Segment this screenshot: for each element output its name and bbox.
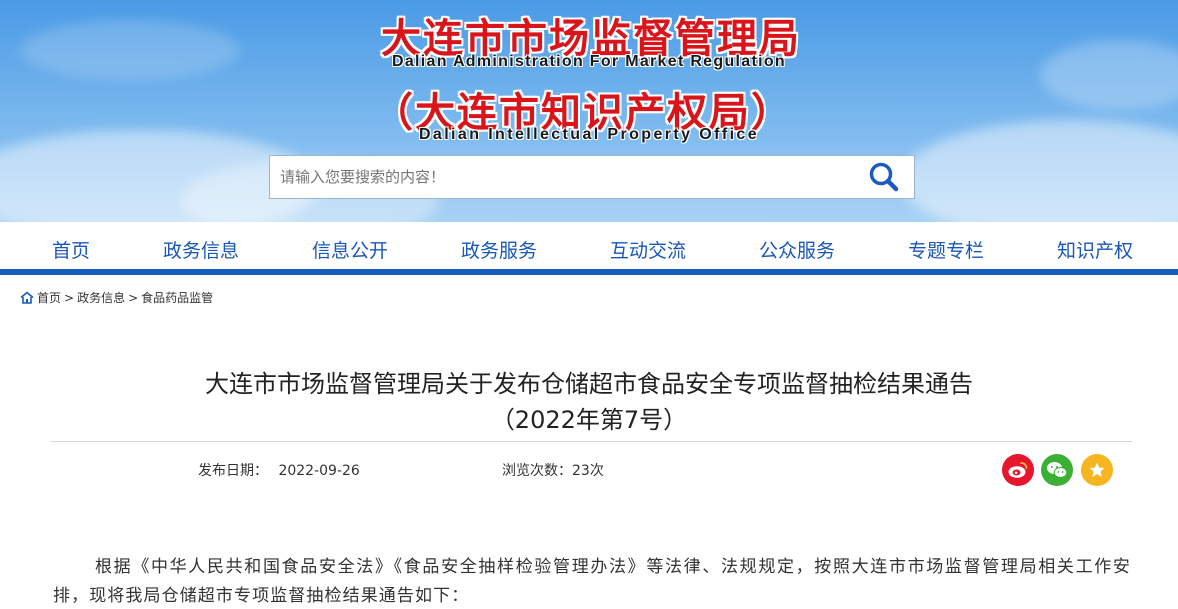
search-bar bbox=[269, 155, 915, 199]
wechat-icon bbox=[1047, 462, 1068, 478]
main-nav: 首页 政务信息 信息公开 政务服务 互动交流 公众服务 专题专栏 知识产权 bbox=[0, 222, 1178, 272]
share-weibo-button[interactable] bbox=[1002, 454, 1034, 486]
article-body: 根据《中华人民共和国食品安全法》《食品安全抽样检验管理办法》等法律、法规规定，按… bbox=[53, 557, 1131, 606]
breadcrumb-food-drug[interactable]: 食品药品监管 bbox=[141, 289, 213, 306]
site-title-english: Dalian Administration For Market Regulat… bbox=[391, 53, 786, 70]
breadcrumb-separator: > bbox=[128, 290, 139, 305]
breadcrumb-government-info[interactable]: 政务信息 bbox=[77, 289, 125, 306]
nav-underline bbox=[0, 269, 1178, 275]
nav-item-interaction[interactable]: 互动交流 bbox=[610, 236, 686, 263]
view-count-label: 浏览次数： bbox=[502, 463, 572, 479]
publish-date-value: 2022-09-26 bbox=[278, 463, 360, 479]
nav-item-government-info[interactable]: 政务信息 bbox=[163, 236, 239, 263]
nav-item-ip[interactable]: 知识产权 bbox=[1057, 236, 1133, 263]
breadcrumb-separator: > bbox=[64, 290, 75, 305]
title-divider bbox=[51, 441, 1132, 442]
breadcrumb: 首页 > 政务信息 > 食品药品监管 bbox=[20, 289, 213, 306]
breadcrumb-home[interactable]: 首页 bbox=[37, 289, 61, 306]
nav-item-home[interactable]: 首页 bbox=[52, 236, 90, 263]
star-icon bbox=[1089, 462, 1105, 477]
nav-item-topics[interactable]: 专题专栏 bbox=[908, 236, 984, 263]
nav-item-public-service[interactable]: 公众服务 bbox=[759, 236, 835, 263]
home-icon bbox=[20, 291, 34, 304]
view-count-value: 23次 bbox=[572, 463, 604, 479]
view-count: 浏览次数：23次 bbox=[502, 460, 604, 480]
publish-date-label: 发布日期： bbox=[198, 463, 268, 479]
favorite-button[interactable] bbox=[1081, 454, 1113, 486]
search-icon bbox=[869, 162, 899, 192]
site-subtitle-english: Dalian Intellectual Property Office bbox=[418, 126, 760, 143]
publish-date: 发布日期： 2022-09-26 bbox=[198, 460, 360, 480]
search-button[interactable] bbox=[854, 156, 914, 198]
share-wechat-button[interactable] bbox=[1041, 454, 1073, 486]
nav-item-disclosure[interactable]: 信息公开 bbox=[312, 236, 388, 263]
article-title: 大连市市场监督管理局关于发布仓储超市食品安全专项监督抽检结果通告 bbox=[205, 370, 973, 398]
header-banner: 大连市市场监督管理局 Dalian Administration For Mar… bbox=[0, 0, 1178, 222]
article-title-number: （2022年第7号） bbox=[490, 406, 688, 434]
nav-item-services[interactable]: 政务服务 bbox=[461, 236, 537, 263]
weibo-icon bbox=[1008, 462, 1028, 478]
search-input[interactable] bbox=[270, 156, 854, 198]
